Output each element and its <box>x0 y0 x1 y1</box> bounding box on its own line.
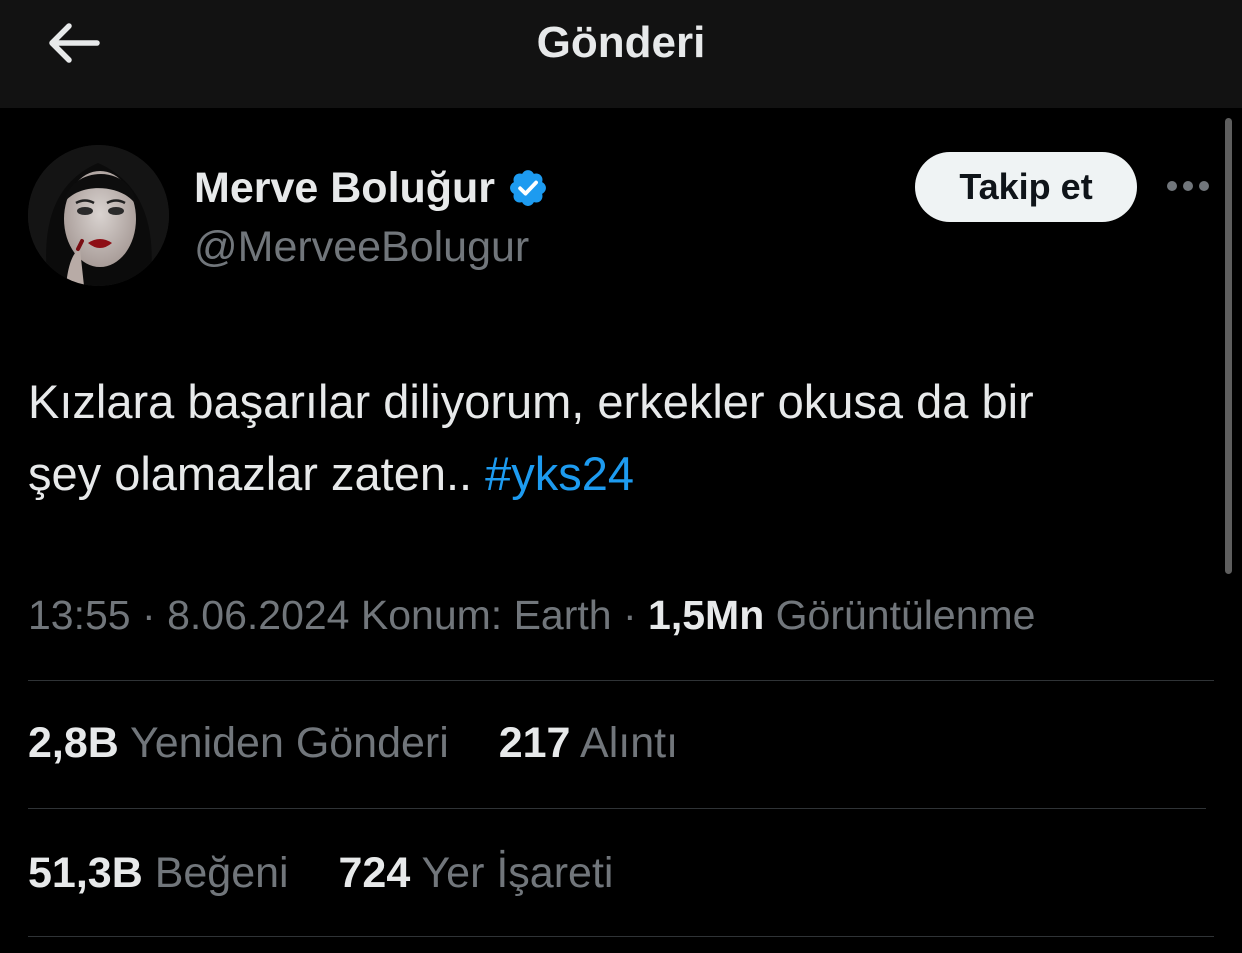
avatar-portrait-image <box>28 145 169 286</box>
bookmarks-count: 724 <box>338 849 411 897</box>
quotes-stat[interactable]: 217 Alıntı <box>487 719 678 767</box>
more-options-button[interactable] <box>1162 170 1214 202</box>
quotes-count: 217 <box>498 719 571 767</box>
meta-separator: · <box>142 592 156 638</box>
verified-badge-icon[interactable] <box>507 167 549 209</box>
author-name-row[interactable]: Merve Boluğur <box>194 160 549 216</box>
views-count: 1,5Mn <box>648 592 765 638</box>
bookmarks-label: Yer İşareti <box>421 849 614 897</box>
likes-count: 51,3B <box>28 849 143 897</box>
bookmarks-stat[interactable]: 724 Yer İşareti <box>327 849 614 897</box>
tweet-time[interactable]: 13:55 <box>28 592 131 638</box>
tweet-text-line-2: şey olamazlar zaten.. <box>28 447 486 500</box>
divider <box>28 936 1214 937</box>
more-horizontal-icon <box>1167 181 1209 191</box>
scrollbar[interactable] <box>1225 118 1232 574</box>
avatar[interactable] <box>28 145 169 286</box>
reposts-count: 2,8B <box>28 719 119 767</box>
follow-button[interactable]: Takip et <box>915 152 1137 222</box>
reposts-label: Yeniden Gönderi <box>130 719 449 767</box>
stats-row-reposts: 2,8B Yeniden Gönderi 217 Alıntı <box>28 716 678 770</box>
meta-separator: · <box>622 592 637 638</box>
divider <box>28 808 1206 809</box>
tweet-text: Kızlara başarılar diliyorum, erkekler ok… <box>28 366 1198 510</box>
tweet-date[interactable]: 8.06.2024 <box>167 592 349 638</box>
likes-stat[interactable]: 51,3B Beğeni <box>28 849 301 897</box>
tweet-metadata: 13:55 · 8.06.2024 Konum: Earth · 1,5Mn G… <box>28 588 1035 642</box>
tweet-text-line-1: Kızlara başarılar diliyorum, erkekler ok… <box>28 375 1034 428</box>
tweet-location: Konum: Earth <box>360 592 612 638</box>
top-bar: Gönderi <box>0 0 1242 108</box>
views-label: Görüntülenme <box>775 592 1036 638</box>
stats-row-likes: 51,3B Beğeni 724 Yer İşareti <box>28 846 613 900</box>
hashtag-link[interactable]: #yks24 <box>485 447 634 500</box>
page-title: Gönderi <box>536 18 706 67</box>
likes-label: Beğeni <box>154 849 289 897</box>
reposts-stat[interactable]: 2,8B Yeniden Gönderi <box>28 719 461 767</box>
author-handle[interactable]: @MerveeBolugur <box>194 220 529 274</box>
divider <box>28 680 1214 681</box>
quotes-label: Alıntı <box>580 719 679 767</box>
author-display-name[interactable]: Merve Boluğur <box>194 164 495 213</box>
